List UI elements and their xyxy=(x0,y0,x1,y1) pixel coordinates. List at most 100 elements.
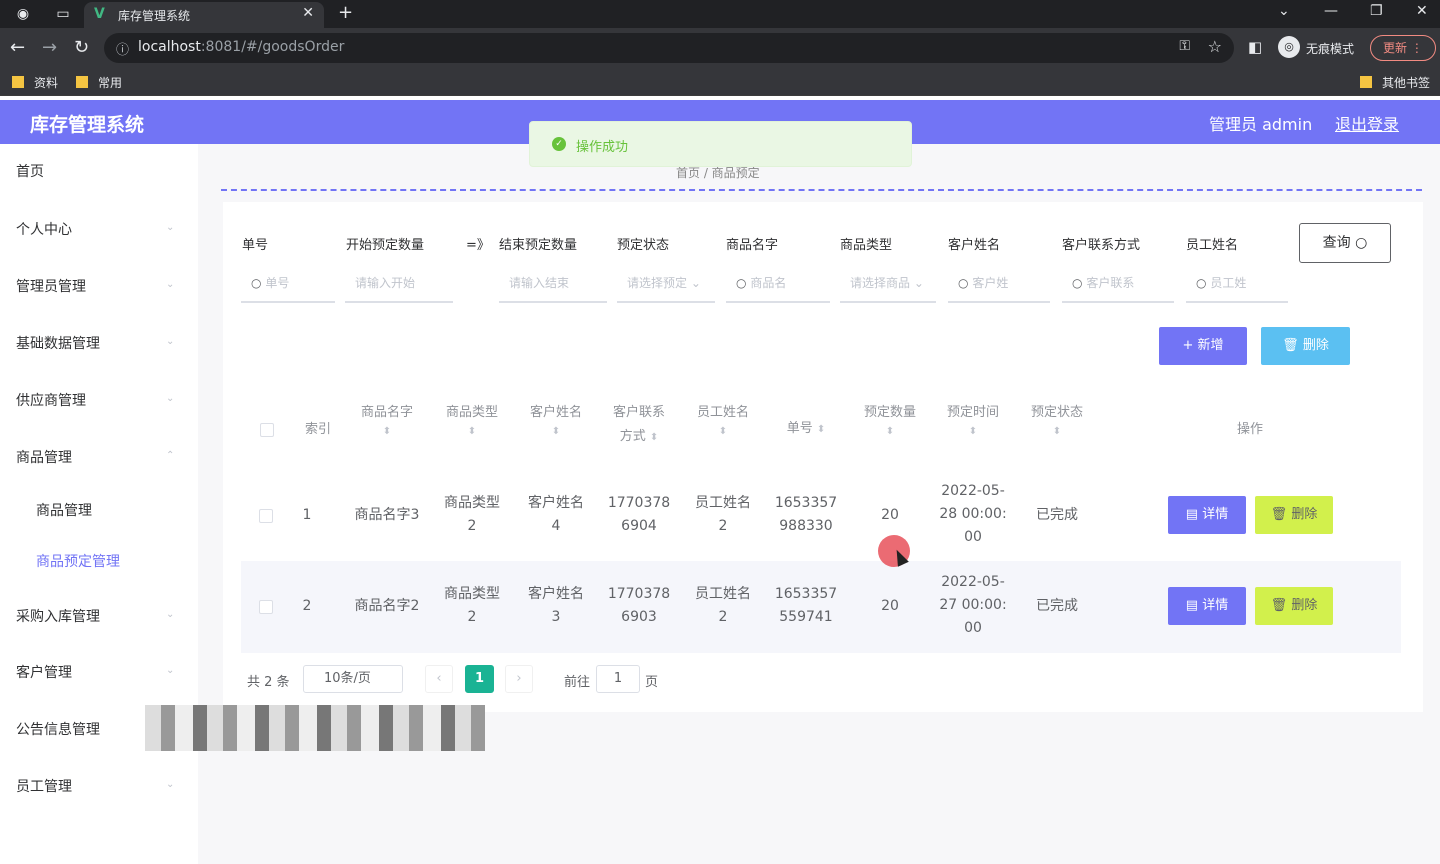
goto-page-input[interactable]: 1 xyxy=(596,665,640,693)
window-close-icon[interactable]: ✕ xyxy=(1416,3,1428,19)
new-tab-icon[interactable]: + xyxy=(338,2,353,23)
col-header-goods-type[interactable]: 商品类型 ⬍ xyxy=(436,401,508,439)
cell-index: 1 xyxy=(302,507,312,523)
row-checkbox[interactable] xyxy=(259,509,273,523)
chevron-left-icon: ‹ xyxy=(436,671,442,686)
cell-line: 00 xyxy=(964,529,982,545)
sidebar-item-suppliers[interactable]: 供应商管理 xyxy=(16,390,86,410)
col-header-customer[interactable]: 客户姓名 ⬍ xyxy=(520,401,592,439)
success-toast: ✓ 操作成功 xyxy=(529,121,912,167)
col-header-time[interactable]: 预定时间 ⬍ xyxy=(937,401,1009,439)
cell-contact: 1770378 6903 xyxy=(603,583,675,629)
bookmark-folder[interactable]: 常用 xyxy=(76,74,122,91)
cell-qty: 20 xyxy=(881,598,899,614)
chevron-down-icon: ⌄ xyxy=(913,276,924,290)
sidebar-item-customers[interactable]: 客户管理 xyxy=(16,662,72,682)
bookmark-folder[interactable]: 资料 xyxy=(12,74,58,91)
delete-button[interactable]: 🗑 删除 xyxy=(1255,496,1333,534)
cell-qty: 20 xyxy=(881,507,899,523)
search-icon: ○ xyxy=(736,276,747,290)
col-header-contact[interactable]: 客户联系 方式 ⬍ xyxy=(603,401,675,449)
browser-menu-icon[interactable]: ◉ xyxy=(14,5,32,23)
trash-icon: 🗑 xyxy=(1270,598,1288,613)
sidebar-item-admins[interactable]: 管理员管理 xyxy=(16,276,86,296)
select-all-checkbox[interactable] xyxy=(260,423,274,437)
sidebar-subitem-goods[interactable]: 商品管理 xyxy=(36,500,92,520)
cell-time: 2022-05- 28 00:00: 00 xyxy=(937,480,1009,549)
customer-input[interactable]: ○ 客户姓 xyxy=(948,265,1050,303)
sidebar-item-goods[interactable]: 商品管理 xyxy=(16,447,72,467)
logout-link[interactable]: 退出登录 xyxy=(1335,111,1399,135)
staff-input[interactable]: ○ 员工姓 xyxy=(1186,265,1288,303)
minimize-icon[interactable]: — xyxy=(1324,3,1338,19)
detail-button[interactable]: ▤ 详情 xyxy=(1168,587,1246,625)
next-page-button[interactable]: › xyxy=(505,665,533,693)
cell-line: 客户姓名 xyxy=(528,586,584,602)
end-qty-placeholder: 请输入结束 xyxy=(509,276,570,290)
close-tab-icon[interactable]: ✕ xyxy=(302,5,314,21)
incognito-icon[interactable]: ◎ xyxy=(1278,36,1300,58)
col-header-label: 商品名字 xyxy=(360,405,413,420)
bookmark-star-icon[interactable]: ☆ xyxy=(1208,37,1222,56)
order-no-input[interactable]: ○ 单号 xyxy=(241,265,335,303)
col-header-goods-name[interactable]: 商品名字 ⬍ xyxy=(350,401,424,439)
sort-icon: ⬍ xyxy=(649,432,659,443)
col-header-label: 单号 xyxy=(786,421,813,436)
cell-line: 2 xyxy=(467,518,477,534)
sidebar-item-basic-data[interactable]: 基础数据管理 xyxy=(16,333,100,353)
side-panel-icon[interactable]: ◧ xyxy=(1248,38,1262,56)
sidebar-item-profile[interactable]: 个人中心 xyxy=(16,219,72,239)
dashed-divider xyxy=(221,189,1422,191)
status-select[interactable]: 请选择预定 ⌄ xyxy=(617,265,715,303)
sidebar-item-home[interactable]: 首页 xyxy=(16,161,44,181)
page-1-button[interactable]: 1 xyxy=(465,665,494,693)
sidebar-subitem-goods-order[interactable]: 商品预定管理 xyxy=(36,551,120,571)
cell-order-no: 1653357 559741 xyxy=(770,583,842,629)
browser-tab[interactable]: V 库存管理系统 ✕ xyxy=(84,2,324,28)
restore-icon[interactable]: ❐ xyxy=(1370,3,1383,19)
sort-icon: ⬍ xyxy=(382,426,392,437)
row-checkbox[interactable] xyxy=(259,600,273,614)
url-input[interactable]: ⓘ localhost:8081/#/goodsOrder ⚿ ☆ xyxy=(104,33,1234,63)
folder-icon xyxy=(1360,76,1372,88)
site-info-icon[interactable]: ⓘ xyxy=(116,39,129,58)
forward-icon[interactable]: → xyxy=(42,37,57,58)
browser-tab-bar: ◉ ▭ V 库存管理系统 ✕ + ⌄ — ❐ ✕ xyxy=(0,0,1440,28)
sidebar-item-notices[interactable]: 公告信息管理 xyxy=(16,719,100,739)
cell-line: 商品类型 xyxy=(444,495,500,511)
back-icon[interactable]: ← xyxy=(10,37,25,58)
cell-contact: 1770378 6904 xyxy=(603,492,675,538)
contact-input[interactable]: ○ 客户联系 xyxy=(1062,265,1174,303)
prev-page-button[interactable]: ‹ xyxy=(425,665,453,693)
filter-label-contact: 客户联系方式 xyxy=(1062,238,1141,253)
col-header-order-no[interactable]: 单号 ⬍ xyxy=(770,417,842,441)
tab-search-icon[interactable]: ▭ xyxy=(54,5,72,23)
update-button[interactable]: 更新 ⋮ xyxy=(1370,35,1436,61)
search-icon: ○ xyxy=(251,276,262,290)
col-header-qty[interactable]: 预定数量 ⬍ xyxy=(854,401,926,439)
delete-button[interactable]: 🗑 删除 xyxy=(1255,587,1333,625)
goods-type-select[interactable]: 请选择商品 ⌄ xyxy=(840,265,936,303)
cell-line: 客户姓名 xyxy=(528,495,584,511)
search-icon: ○ xyxy=(1072,276,1083,290)
page-size-select[interactable]: 10条/页 xyxy=(303,665,403,693)
query-button[interactable]: 查询 ○ xyxy=(1299,223,1391,263)
col-header-staff[interactable]: 员工姓名 ⬍ xyxy=(687,401,759,439)
sidebar-item-staff[interactable]: 员工管理 xyxy=(16,776,72,796)
sidebar-item-purchase[interactable]: 采购入库管理 xyxy=(16,606,100,626)
col-header-status[interactable]: 预定状态 ⬍ xyxy=(1021,401,1093,439)
goods-name-input[interactable]: ○ 商品名 xyxy=(726,265,830,303)
detail-button[interactable]: ▤ 详情 xyxy=(1168,496,1246,534)
cell-line: 1653357 xyxy=(774,586,838,602)
tab-list-icon[interactable]: ⌄ xyxy=(1278,3,1290,19)
key-icon[interactable]: ⚿ xyxy=(1179,38,1190,54)
pagination-total: 共 2 条 xyxy=(247,675,290,690)
bulk-delete-button[interactable]: 🗑 删除 xyxy=(1261,327,1350,365)
reload-icon[interactable]: ↻ xyxy=(74,37,89,58)
other-bookmarks[interactable]: 其他书签 xyxy=(1360,74,1430,91)
add-button[interactable]: + 新增 xyxy=(1159,327,1247,365)
end-qty-input[interactable]: 请输入结束 xyxy=(499,265,607,303)
cell-line: 2022-05- xyxy=(941,574,1005,590)
start-qty-input[interactable]: 请输入开始 xyxy=(345,265,453,303)
trash-icon: 🗑 xyxy=(1270,507,1288,522)
